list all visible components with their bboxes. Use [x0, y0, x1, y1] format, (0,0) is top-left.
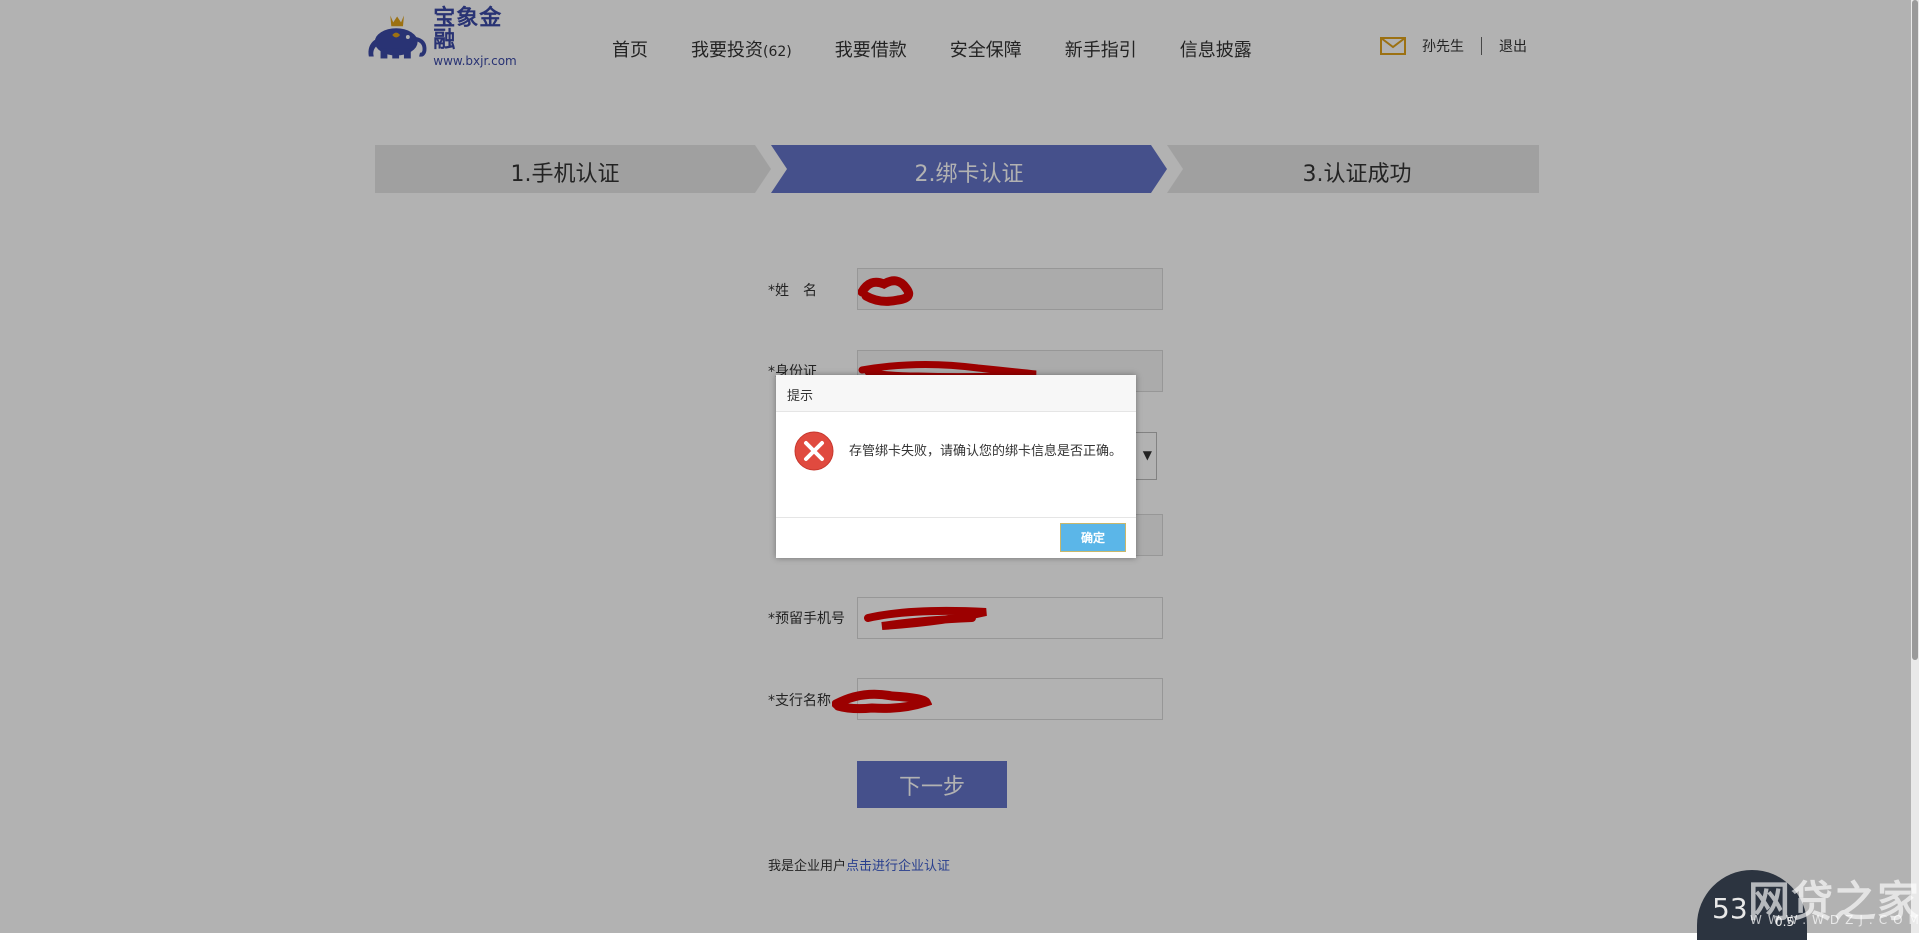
scrollbar-thumb[interactable]: [1912, 0, 1918, 660]
confirm-button[interactable]: 确定: [1060, 523, 1126, 552]
page: 宝象金融 www.bxjr.com 首页 我要投资(62) 我要借款 安全保障 …: [0, 0, 1919, 940]
watermark-url: WWW.WDZJ.COM: [1750, 913, 1919, 927]
speed-value: 53: [1712, 892, 1748, 925]
dialog-divider: [776, 517, 1136, 518]
dialog-header: [776, 375, 1136, 412]
error-icon: [794, 431, 834, 471]
dialog-title: 提示: [787, 389, 814, 404]
dialog-message: 存管绑卡失败，请确认您的绑卡信息是否正确。: [849, 444, 1123, 459]
error-dialog: 提示 存管绑卡失败，请确认您的绑卡信息是否正确。 确定: [776, 375, 1136, 558]
